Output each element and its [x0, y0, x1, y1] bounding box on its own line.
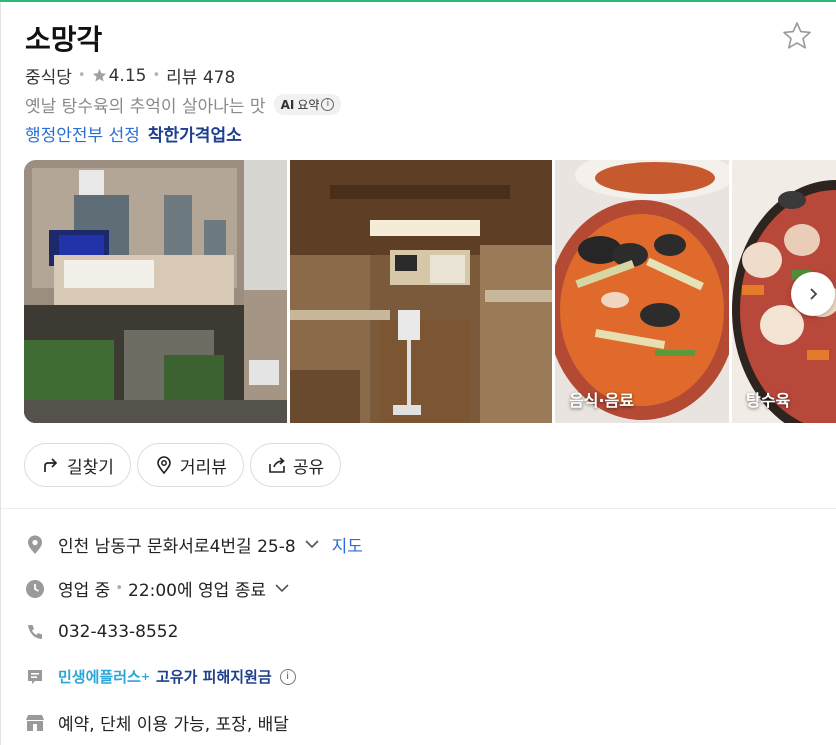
photo-storefront[interactable]: [24, 160, 287, 423]
phone-number[interactable]: 032-433-8552: [58, 622, 178, 642]
chevron-down-icon[interactable]: [274, 579, 290, 599]
phone-row: 032-433-8552: [25, 622, 178, 642]
separator-dot: •: [152, 68, 161, 83]
review-label: 리뷰: [166, 68, 198, 88]
share-button[interactable]: 공유: [249, 443, 342, 487]
chevron-down-icon[interactable]: [304, 535, 320, 555]
info-icon[interactable]: i: [279, 668, 296, 685]
review-link[interactable]: 리뷰 478: [166, 63, 235, 88]
directions-button[interactable]: 길찾기: [24, 443, 131, 487]
photo-carousel[interactable]: 음식·음료 탕수육: [24, 160, 836, 423]
rating-star-icon: [92, 68, 106, 82]
carousel-next-button[interactable]: [791, 272, 835, 316]
place-meta: 중식당 • 4.15 • 리뷰 478: [25, 63, 235, 89]
gov-label: 행정안전부 선정: [25, 126, 140, 146]
amenities-row: 예약, 단체 이용 가능, 포장, 배달: [25, 710, 289, 735]
ai-badge-text: 요약: [297, 98, 320, 112]
hours-row: 영업 중 • 22:00에 영업 종료: [25, 576, 290, 601]
chevron-right-icon: [810, 288, 818, 300]
address-text[interactable]: 인천 남동구 문화서로4번길 25-8: [58, 532, 296, 557]
hours-status: 영업 중: [58, 581, 111, 601]
gov-highlight-badge: 착한가격업소: [147, 126, 242, 146]
action-buttons: 길찾기 거리뷰 공유: [24, 443, 342, 487]
map-link[interactable]: 지도: [332, 532, 363, 557]
amenities-text: 예약, 단체 이용 가능, 포장, 배달: [58, 715, 289, 735]
promo-brand: 민생에플러스: [58, 668, 141, 686]
ai-badge-label: AI: [280, 97, 295, 112]
photo-label-tangsuyuk: 탕수육: [746, 391, 791, 410]
category-label: 중식당: [25, 68, 72, 88]
panel-left-border: [0, 2, 1, 745]
streetview-label: 거리뷰: [179, 457, 227, 478]
directions-icon: [44, 458, 58, 472]
share-label: 공유: [292, 457, 325, 478]
interior-image: [290, 160, 552, 423]
hours-detail[interactable]: 22:00에 영업 종료: [128, 576, 266, 601]
directions-label: 길찾기: [67, 457, 114, 478]
ai-summary-badge[interactable]: AI 요약 i: [273, 94, 342, 115]
section-divider: [1, 508, 836, 509]
jjamppong-image: [555, 160, 729, 423]
save-star-button[interactable]: [781, 20, 813, 52]
share-icon: [269, 457, 285, 473]
streetview-pin-icon: [157, 456, 171, 475]
store-icon: [25, 713, 45, 733]
place-summary: 옛날 탕수육의 추억이 살아나는 맛: [25, 97, 266, 117]
address-row: 인천 남동구 문화서로4번길 25-8 지도: [25, 532, 363, 557]
info-icon: i: [321, 98, 335, 111]
top-accent-line: [0, 0, 836, 2]
place-title: 소망각: [25, 23, 103, 56]
rating-value: 4.15: [108, 65, 147, 86]
gov-certification-row: 행정안전부 선정 착한가격업소: [25, 121, 242, 146]
star-outline-icon: [783, 22, 811, 49]
photo-interior[interactable]: [290, 160, 552, 423]
phone-icon: [25, 622, 45, 642]
photo-food-drink[interactable]: 음식·음료: [555, 160, 729, 423]
review-count: 478: [202, 68, 236, 88]
promo-text: 고유가 피해지원금: [156, 668, 272, 686]
promo-row: 민생에플러스 + 고유가 피해지원금 i: [25, 666, 296, 687]
streetview-button[interactable]: 거리뷰: [136, 443, 244, 487]
separator-dot: •: [77, 68, 86, 83]
plus-icon: +: [140, 670, 151, 683]
clock-icon: [25, 579, 45, 599]
voucher-icon: [25, 667, 45, 687]
separator-dot: •: [115, 581, 123, 596]
photo-label-food: 음식·음료: [569, 391, 634, 410]
place-summary-row: 옛날 탕수육의 추억이 살아나는 맛 AI 요약 i: [25, 92, 342, 117]
storefront-image: [24, 160, 287, 423]
location-pin-icon: [25, 535, 45, 555]
